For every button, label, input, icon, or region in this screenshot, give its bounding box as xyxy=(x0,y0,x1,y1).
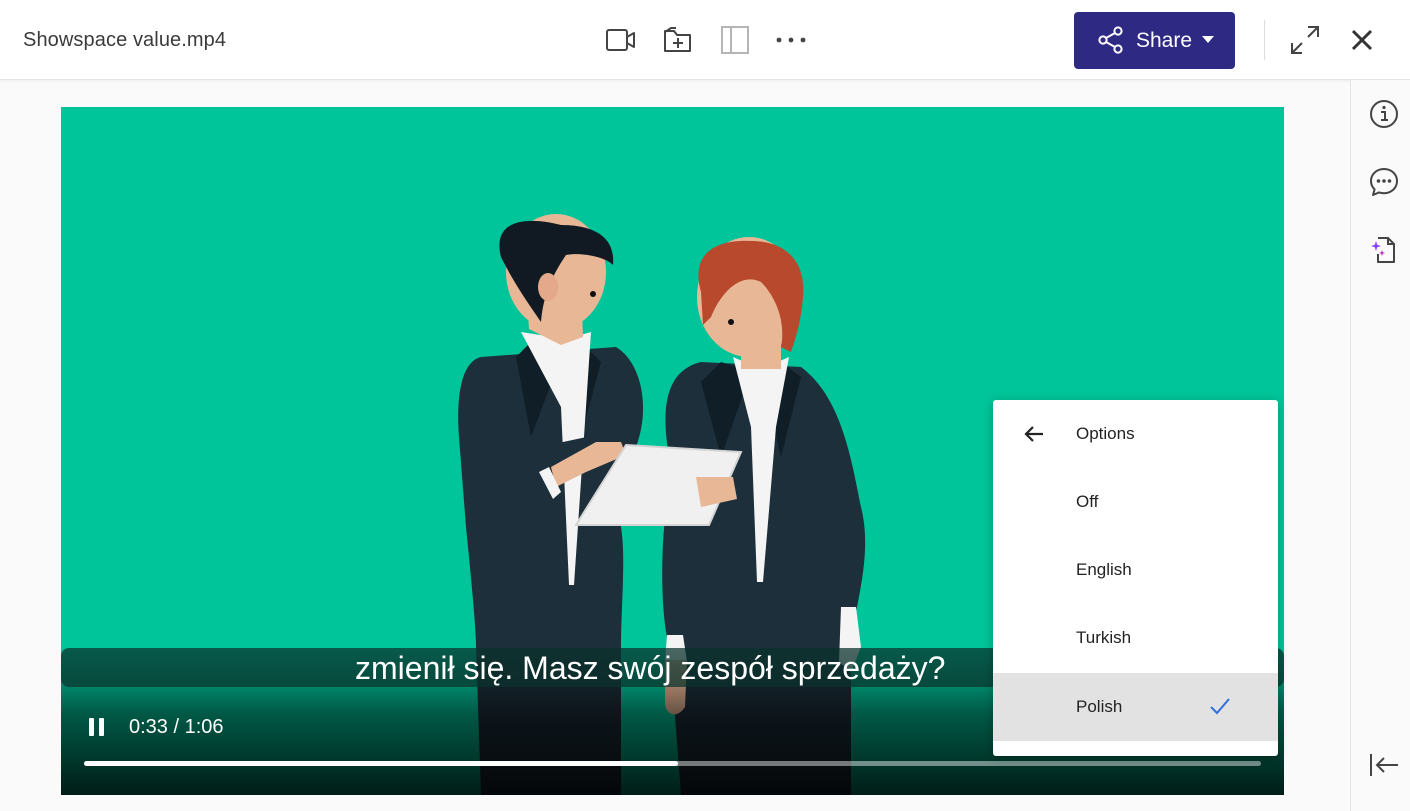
info-icon xyxy=(1370,100,1398,128)
caption-option-label: Turkish xyxy=(1076,628,1132,647)
top-toolbar: Showspace value.mp4 Share xyxy=(0,0,1410,80)
collapse-panel-icon xyxy=(1370,754,1398,776)
expand-button[interactable] xyxy=(1287,22,1323,58)
checkmark-icon xyxy=(1210,698,1230,715)
menu-back-options[interactable]: Options xyxy=(993,400,1278,468)
close-button[interactable] xyxy=(1344,22,1380,58)
caption-option-turkish[interactable]: Turkish xyxy=(993,604,1278,672)
more-options-icon xyxy=(776,37,806,43)
split-view-icon xyxy=(721,26,749,54)
share-label: Share xyxy=(1136,29,1193,52)
caption-option-label: Polish xyxy=(1076,697,1123,716)
comment-icon xyxy=(1370,168,1398,196)
expand-icon xyxy=(1291,26,1319,54)
caption-option-polish[interactable]: Polish xyxy=(993,673,1278,741)
share-button[interactable]: Share xyxy=(1074,12,1235,69)
file-title: Showspace value.mp4 xyxy=(23,29,227,51)
menu-header-label: Options xyxy=(1076,424,1135,443)
caption-option-label: English xyxy=(1076,560,1132,579)
captions-menu: Options Off English Turkish Polish xyxy=(993,400,1278,756)
pause-button[interactable] xyxy=(85,717,109,741)
video-camera-button[interactable] xyxy=(603,22,639,58)
right-sidebar xyxy=(1350,80,1410,811)
caption-option-label: Off xyxy=(1076,492,1099,511)
share-icon xyxy=(1098,26,1123,54)
subtitle-text: zmienił się. Masz swój zespół sprzedaży? xyxy=(355,650,946,686)
split-view-button[interactable] xyxy=(717,22,753,58)
pause-icon-bar xyxy=(99,718,104,736)
ai-document-button[interactable] xyxy=(1367,233,1401,267)
add-to-folder-button[interactable] xyxy=(660,22,696,58)
caption-option-off[interactable]: Off xyxy=(993,468,1278,536)
caption-option-english[interactable]: English xyxy=(993,536,1278,604)
collapse-panel-button[interactable] xyxy=(1367,748,1401,782)
back-arrow-icon xyxy=(1024,426,1043,442)
progress-fill xyxy=(84,761,679,766)
ai-document-icon xyxy=(1371,237,1395,263)
pause-icon xyxy=(89,718,94,736)
toolbar-divider xyxy=(1264,20,1265,60)
more-options-button[interactable] xyxy=(773,22,809,58)
time-display: 0:33 / 1:06 xyxy=(129,716,224,738)
video-camera-icon xyxy=(606,29,635,51)
chevron-down-icon xyxy=(1202,36,1214,43)
comments-button[interactable] xyxy=(1367,165,1401,199)
progress-bar[interactable] xyxy=(84,761,1261,766)
folder-add-icon xyxy=(664,27,691,52)
close-icon xyxy=(1351,29,1373,51)
info-button[interactable] xyxy=(1367,97,1401,131)
